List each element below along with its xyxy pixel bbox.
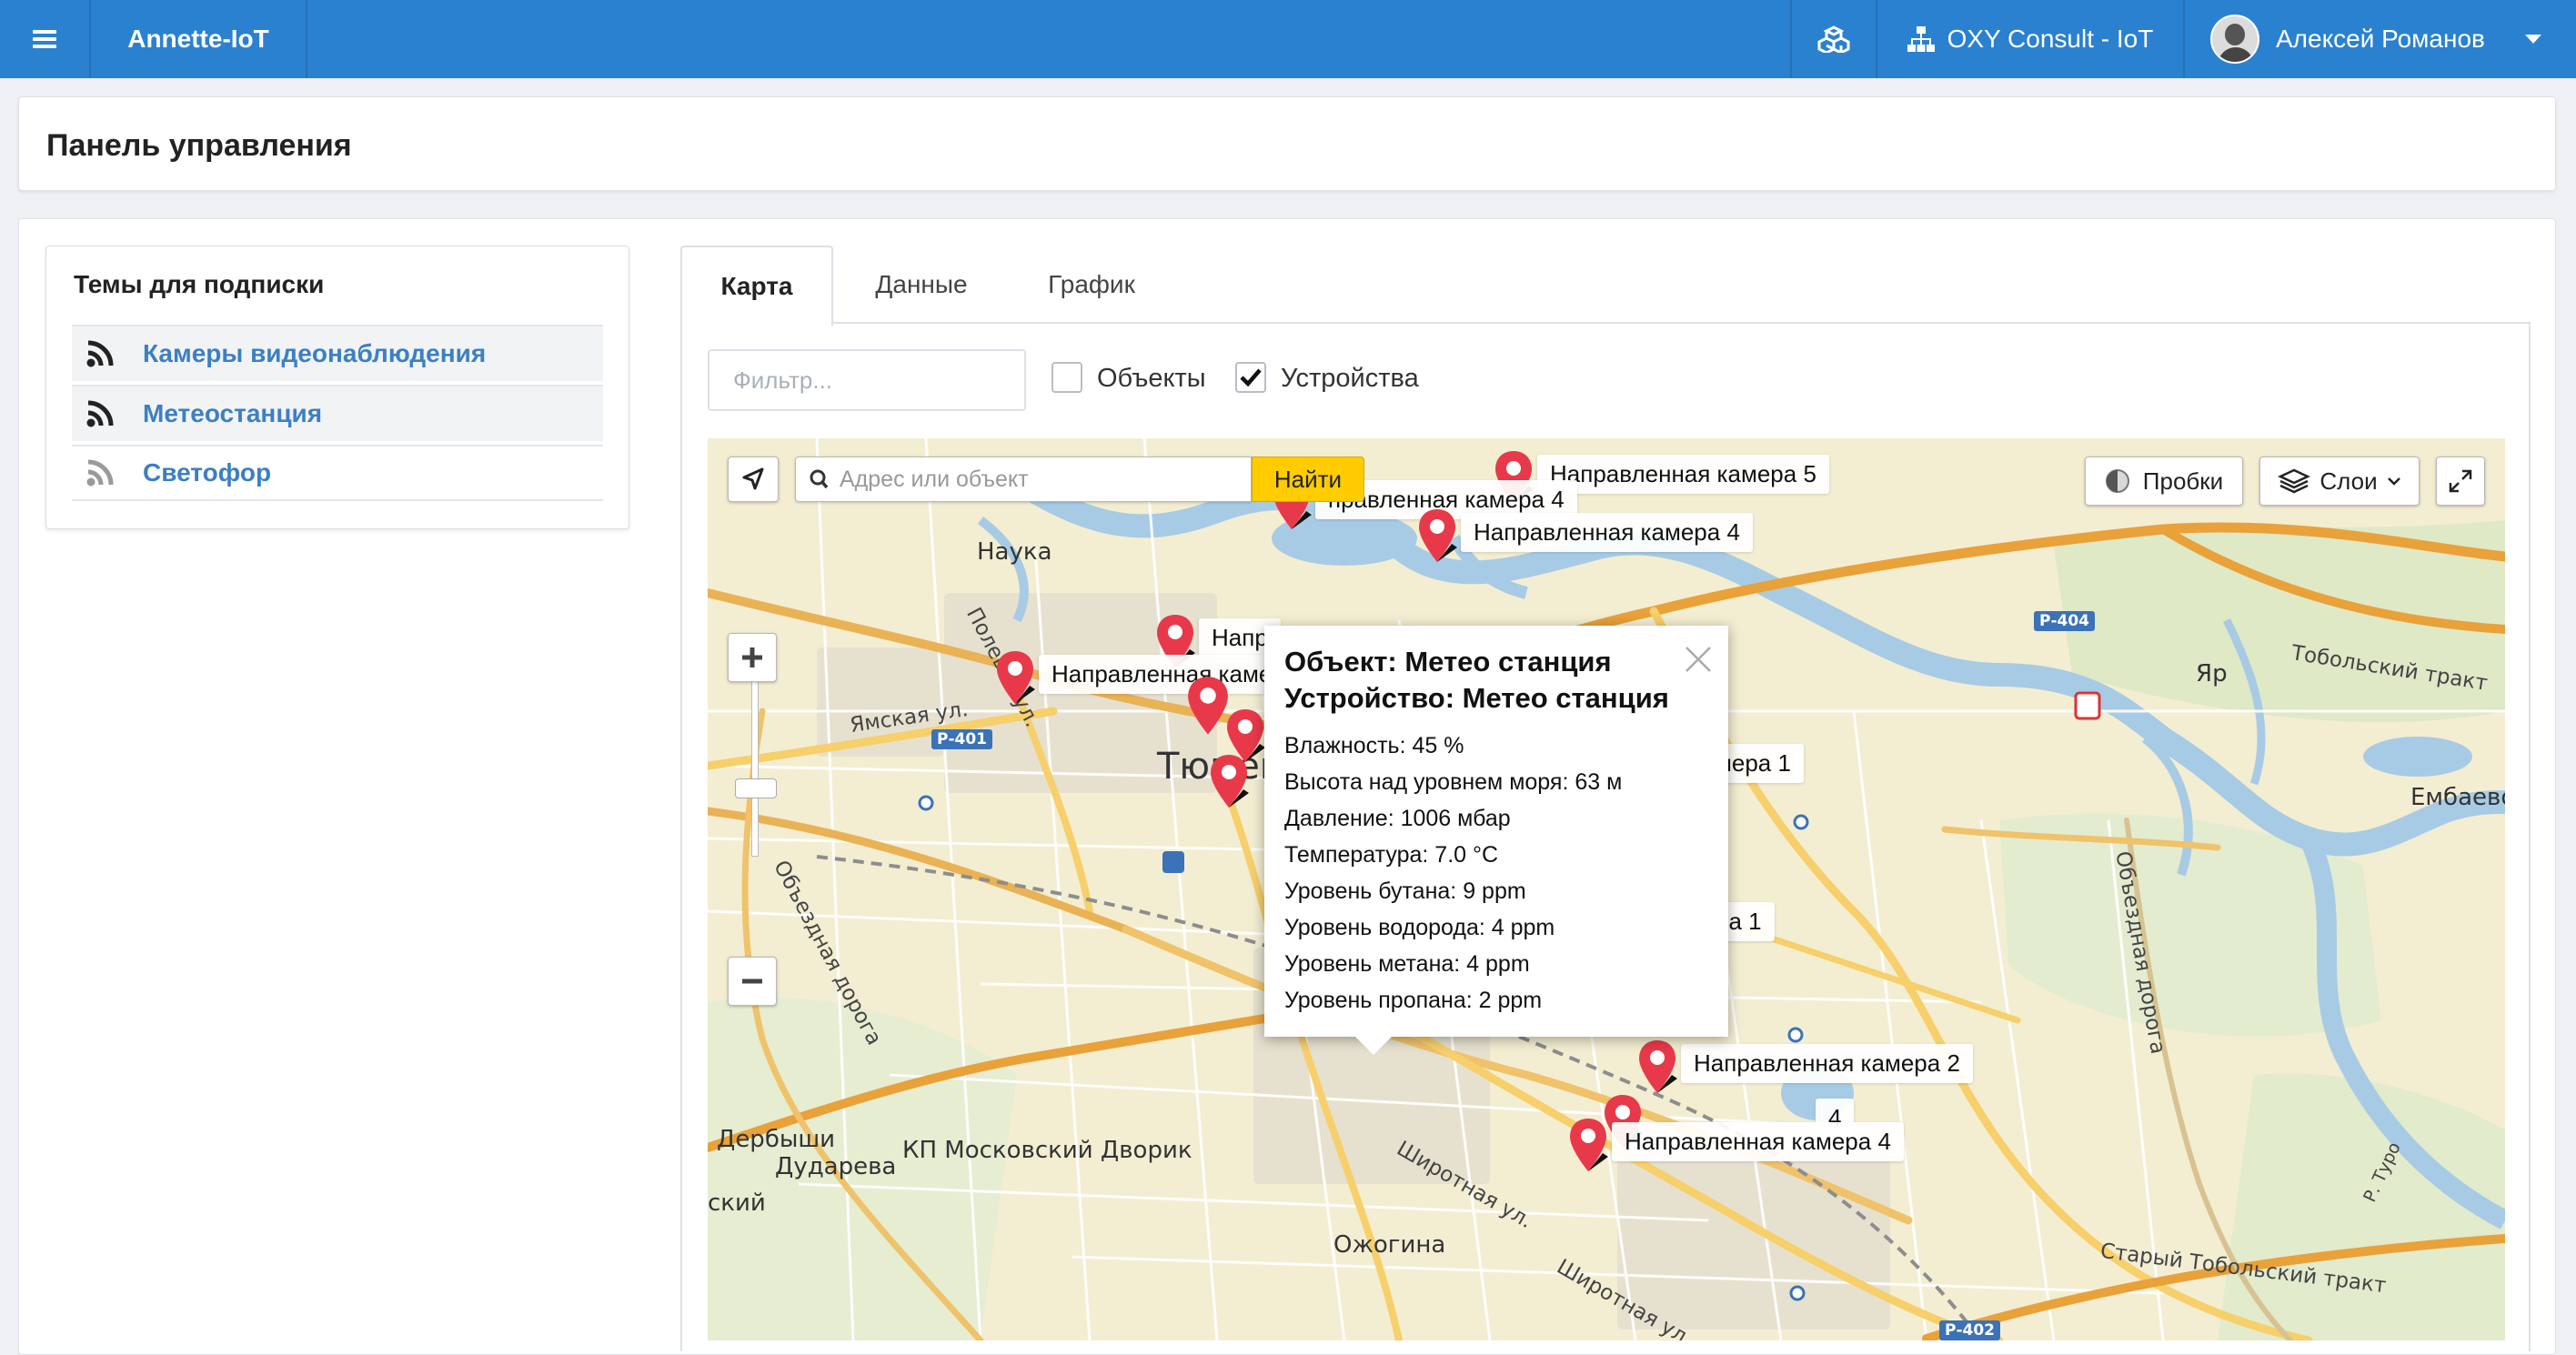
search-icon [810,469,829,489]
map-marker[interactable]: Направленная каме [995,649,1285,704]
navigation-arrow-icon [742,467,764,490]
marker-pin-icon [1211,755,1249,808]
filter-input[interactable] [708,349,1026,411]
subscription-label: Камеры видеонаблюдения [143,339,487,367]
zoom-in-button[interactable] [728,633,777,682]
sitemap-icon [1907,26,1935,52]
marker-label: Направленная каме [1039,655,1285,694]
popup-row: Уровень бутана: 9 ppm [1284,878,1526,904]
popup-row: Высота над уровнем моря: 63 м [1284,769,1623,795]
devices-checkbox-label: Устройства [1281,364,1419,393]
map-marker[interactable]: Направленная камера 4 [1568,1117,1904,1171]
map-label: ский [708,1189,766,1217]
subscriptions-panel: Темы для подписки Камеры видеонаблюдения… [45,246,629,529]
caret-down-icon [2524,35,2541,44]
layers-button[interactable]: Слои [2259,457,2420,506]
page-header: Панель управления [18,96,2556,191]
popup-row: Давление: 1006 мбар [1284,806,1511,831]
page-title: Панель управления [46,128,352,163]
map-label: Наука [977,538,1052,566]
road-shield: Р-404 [2034,611,2096,631]
zoom-slider-handle[interactable] [735,778,777,798]
navbar-divider [306,0,307,78]
cubes-icon [1817,25,1850,53]
map-label: КП Московский Дворик [902,1137,1192,1164]
map-search-box [795,457,1252,502]
organization-selector[interactable]: OXY Consult - IoT [1877,0,2183,78]
marker-label: Направленная камера 2 [1681,1044,1973,1083]
road-shield: Р-402 [1939,1320,2001,1340]
tab-chart[interactable]: График [1011,246,1172,324]
marker-pin-icon [1419,509,1457,562]
popup-row: Уровень пропана: 2 ppm [1284,988,1543,1013]
traffic-icon [2105,469,2129,493]
traffic-label: Пробки [2142,467,2224,495]
zoom-slider-track[interactable] [751,664,759,857]
plus-icon [742,647,762,667]
popup-row: Уровень водорода: 4 ppm [1284,915,1555,940]
marker-label: Направленная камера 4 [1612,1122,1904,1161]
rss-icon [86,459,114,487]
subscription-item-cameras[interactable]: Камеры видеонаблюдения [72,325,603,381]
traffic-button[interactable]: Пробки [2085,457,2243,506]
marker-pin-icon [997,651,1035,704]
subscription-label: Светофор [143,458,272,487]
marker-pin-icon [1570,1119,1608,1171]
subscriptions-title: Темы для подписки [74,270,325,298]
device-info-popup: Объект: Метео станция Устройство: Метео … [1264,626,1728,1055]
objects-checkbox[interactable] [1052,362,1082,393]
cubes-button[interactable] [1792,0,1876,78]
marker-label: Направленная камера 4 [1461,513,1753,552]
user-menu[interactable]: Алексей Романов [2185,0,2576,78]
popup-row: Температура: 7.0 °C [1284,842,1499,868]
subscription-label: Метеостанция [143,399,323,427]
map-marker[interactable]: Направленная камера 2 [1637,1039,1973,1093]
map-find-button[interactable]: Найти [1252,457,1364,502]
devices-checkbox[interactable] [1235,362,1266,393]
geolocation-button[interactable] [728,457,779,502]
fullscreen-button[interactable] [2436,457,2485,506]
top-navbar: Annette-IoT OXY Consult - IoT Алексей Ро… [0,0,2576,78]
objects-checkbox-label: Объекты [1097,364,1206,393]
brand-link[interactable]: Annette-IoT [91,0,306,78]
marker-label: Направленная камера 5 [1537,455,1829,494]
popup-device-title: Устройство: Метео станция [1284,682,1669,714]
popup-row: Влажность: 45 % [1284,733,1464,758]
minus-icon [742,979,762,984]
menu-icon [33,30,56,48]
map-label: Ембаево [2410,784,2505,811]
map-label: Дербыши [717,1126,836,1153]
marker-pin-icon [1639,1040,1677,1093]
road-shield: Р-401 [931,729,993,749]
map-marker[interactable]: Направленная камера 4 [1417,507,1753,562]
tab-data[interactable]: Данные [842,246,1001,324]
expand-icon [2449,469,2472,493]
menu-toggle-button[interactable] [0,0,89,78]
popup-row: Уровень метана: 4 ppm [1284,951,1530,977]
zoom-out-button[interactable] [728,957,777,1006]
map-label: Яр [2196,660,2228,688]
map-search-input[interactable] [838,465,1242,494]
user-avatar [2210,15,2259,64]
close-icon[interactable] [1683,644,1714,675]
subscription-item-weather[interactable]: Метеостанция [72,385,603,441]
map-label: Ожогина [1333,1231,1446,1259]
layers-icon [2278,468,2311,494]
chevron-down-icon [2387,477,2400,486]
organization-name: OXY Consult - IoT [1947,25,2154,53]
rss-icon [86,400,114,427]
layers-label: Слои [2319,467,2378,495]
checkmark-icon [1240,368,1262,387]
user-name: Алексей Романов [2276,25,2485,53]
map-label: Дударева [775,1153,897,1180]
subscription-item-traffic-light[interactable]: Светофор [72,445,603,501]
popup-object-title: Объект: Метео станция [1284,646,1612,678]
rss-icon [86,340,114,367]
tab-map[interactable]: Карта [680,246,833,326]
